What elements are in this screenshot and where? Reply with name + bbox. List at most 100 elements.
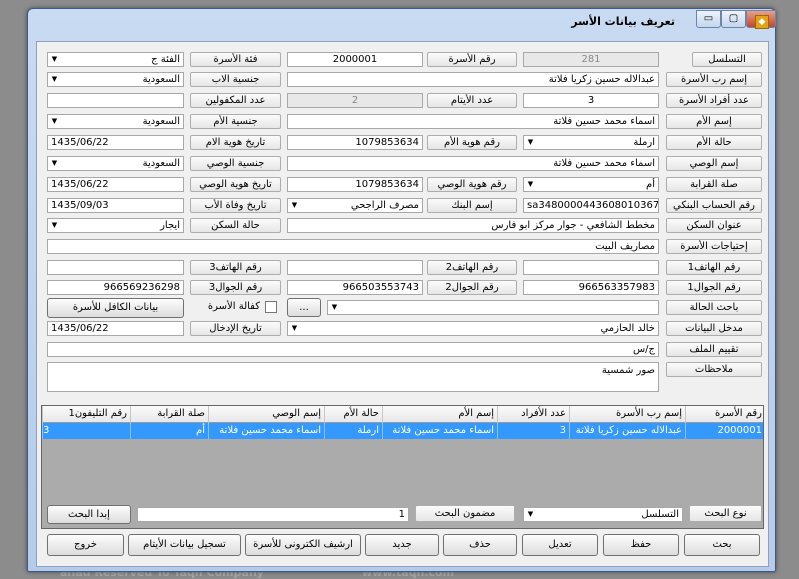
mother-status-value: ارملة [633,137,655,148]
grid-header-cell[interactable]: إسم الوصي [208,406,324,423]
category-value: الفئة ج [151,54,180,65]
family-data-window: ▭ ▢ ✕ تعريف بيانات الأسر ◆ التسلسل 281 ر… [27,8,776,572]
category-label: فئة الأسرة [190,52,281,67]
head-name-label: إسم رب الأسرة [666,72,762,87]
grid-header-cell[interactable]: صلة القرابة [130,406,208,423]
housing-value: ايجار [160,220,180,231]
bank-select[interactable]: مصرف الراجحي ▼ [287,198,423,213]
mother-status-select[interactable]: ارملة ▼ [523,135,659,150]
phone2-field[interactable] [287,260,423,275]
grid-cell: أم [130,423,208,439]
category-select[interactable]: الفئة ج ▼ [47,52,184,67]
search-type-label: نوع البحث [689,505,762,522]
edit-button[interactable]: تعديل [522,534,598,556]
relation-select[interactable]: أم ▼ [523,177,659,192]
notes-label: ملاحظات [666,362,762,377]
father-death-date-label: تاريخ وفاة الأب [190,198,281,213]
mobile1-field[interactable]: 966563357983 [523,280,659,295]
grid-header-cell[interactable]: إسم رب الأسرة [569,406,685,423]
phone3-field[interactable] [47,260,184,275]
maximize-button[interactable]: ▢ [721,10,746,28]
address-label: عنوان السكن [666,218,762,233]
mother-id-date-field[interactable]: 1435/06/22 [47,135,184,150]
guardian-name-field[interactable]: اسماء محمد حسين فلاتة [287,156,659,171]
entry-user-select[interactable]: خالد الحازمي ▼ [287,321,659,336]
mother-id-label: رقم هوية الأم [427,135,517,150]
form-area: التسلسل 281 رقم الأسرة 2000001 فئة الأسر… [36,41,769,567]
researcher-browse-button[interactable]: ... [287,298,321,317]
grid-cell: اسماء محمد حسين فلاتة [208,423,324,439]
mother-nationality-value: السعودية [142,116,180,127]
entry-user-value: خالد الحازمي [600,323,655,334]
grid-header-cell[interactable]: إسم الأم [382,406,497,423]
dropdown-arrow-icon: ▼ [527,510,534,518]
guardian-id-date-field[interactable]: 1435/06/22 [47,177,184,192]
bank-label: إسم البنك [427,198,517,213]
dropdown-arrow-icon: ▼ [291,324,298,332]
orphans-field[interactable]: 2 [287,93,423,108]
researcher-label: باحث الحالة [666,300,762,315]
researcher-select[interactable]: ▼ [327,300,659,315]
father-nationality-select[interactable]: السعودية ▼ [47,72,184,87]
electronic-archive-button[interactable]: ارشيف الكترونى للأسرة [245,534,361,556]
mobile3-field[interactable]: 966569236298 [47,280,184,295]
sponsorship-checkbox[interactable] [265,301,277,313]
head-name-field[interactable]: عبدالاله حسين زكريا فلاتة [287,72,659,87]
guardian-nationality-label: جنسية الوصي [190,156,281,171]
rating-field[interactable]: ج/س [47,342,659,357]
entry-user-label: مدخل البيانات [666,321,762,336]
members-field[interactable]: 3 [523,93,659,108]
orphans-label: عدد الأيتام [427,93,517,108]
grid-cell: اسماء محمد حسين فلاتة [382,423,497,439]
grid-header-cell[interactable]: حالة الأم [324,406,382,423]
phone1-field[interactable] [523,260,659,275]
grid-cell: 3 [42,423,130,439]
notes-field[interactable]: صور شمسية [47,362,659,392]
new-button[interactable]: جديد [365,534,439,556]
family-no-field[interactable]: 2000001 [287,52,423,67]
grid-header-cell[interactable]: رقم التليفون1 [42,406,130,423]
exit-button[interactable]: خروج [47,534,124,556]
needs-label: إحتياجات الأسرة [666,239,762,254]
mother-name-field[interactable]: اسماء محمد حسين فلاتة [287,114,659,129]
mobile3-label: رقم الجوال3 [190,280,281,295]
save-button[interactable]: حفظ [603,534,679,556]
dropdown-arrow-icon: ▼ [291,201,298,209]
window-title: تعريف بيانات الأسر [571,15,675,28]
minimize-button[interactable]: ▭ [696,10,721,28]
entry-date-field[interactable]: 1435/06/22 [47,321,184,336]
grid-cell: 3 [497,423,569,439]
search-button[interactable]: بحث [684,534,760,556]
search-type-select[interactable]: التسلسل ▼ [523,507,683,522]
guardian-nationality-select[interactable]: السعودية ▼ [47,156,184,171]
delete-button[interactable]: حذف [443,534,517,556]
mother-id-field[interactable]: 1079853634 [287,135,423,150]
mother-nationality-select[interactable]: السعودية ▼ [47,114,184,129]
relation-value: أم [646,179,655,190]
address-field[interactable]: مخطط الشافعي - جوار مركز ابو فارس [287,218,659,233]
guardian-id-label: رقم هوية الوصي [427,177,517,192]
entry-date-label: تاريخ الإدخال [190,321,281,336]
register-orphans-button[interactable]: تسجيل بيانات الأيتام [128,534,241,556]
search-input[interactable]: 1 [137,507,409,522]
serial-field[interactable]: 281 [523,52,659,67]
father-death-date-field[interactable]: 1435/09/03 [47,198,184,213]
bank-account-field[interactable]: sa3480000443608010367401 [523,198,659,213]
mother-name-label: إسم الأم [666,114,762,129]
table-row[interactable]: 2000001 عبدالاله حسين زكريا فلاتة 3 اسما… [42,423,763,439]
sponsored-field[interactable] [47,93,184,108]
needs-field[interactable]: مصاريف البيت [47,239,659,254]
mobile2-field[interactable]: 966503553743 [287,280,423,295]
sponsor-data-button[interactable]: بيانات الكافل للأسرة [47,298,184,318]
dropdown-arrow-icon: ▼ [51,75,58,83]
mother-status-label: حالة الأم [666,135,762,150]
dropdown-arrow-icon: ▼ [527,138,534,146]
dropdown-arrow-icon: ▼ [51,159,58,167]
start-search-button[interactable]: إبدا البحث [47,505,131,524]
mobile2-label: رقم الجوال2 [427,280,517,295]
grid-header-cell[interactable]: رقم الأسرة [685,406,763,423]
grid-header-cell[interactable]: عدد الأفراد [497,406,569,423]
guardian-id-field[interactable]: 1079853634 [287,177,423,192]
housing-select[interactable]: ايجار ▼ [47,218,184,233]
dropdown-arrow-icon: ▼ [51,221,58,229]
